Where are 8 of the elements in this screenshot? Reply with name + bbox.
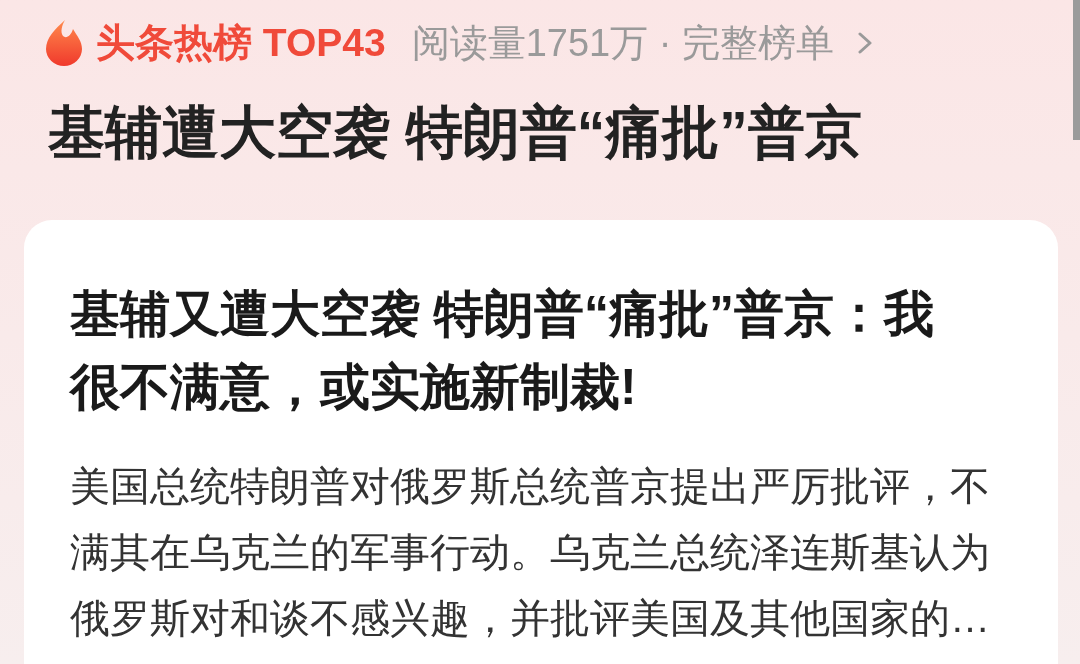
news-title: 基辅又遭大空袭 特朗普“痛批”普京：我很不满意，或实施新制裁! [70,285,935,417]
news-summary: 美国总统特朗普对俄罗斯总统普京提出严厉批评，不满其在乌克兰的军事行动。乌克兰总统泽连斯基认为俄罗斯对和谈不感兴趣，并批评美国及其他国家的… [70,463,991,642]
scrollbar-thumb[interactable] [1073,0,1080,140]
chevron-right-icon [858,32,872,54]
hot-list-title: 头条热榜 TOP43 [96,20,386,66]
flame-icon [46,20,82,66]
news-card[interactable]: 基辅又遭大空袭 特朗普“痛批”普京：我很不满意，或实施新制裁! 美国总统特朗普对俄罗斯总统普京提出严厉批评，不满其在乌克兰的军事行动。乌克兰总统泽连斯基认为俄罗斯对和谈不感兴趣，并批评美国及其他国家的… [24,220,1058,664]
headline: 基辅遭大空袭 特朗普“痛批”普京 [47,102,863,162]
